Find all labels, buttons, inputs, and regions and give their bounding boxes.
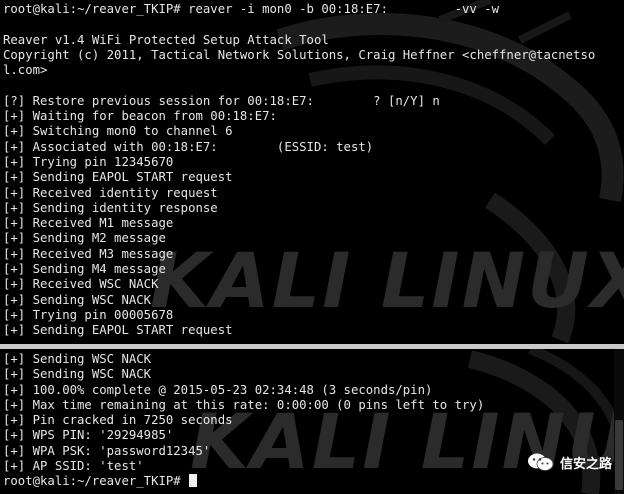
terminal-line: [+] Received identity request: [3, 185, 218, 200]
terminal-line: [+] Sending M4 message: [3, 262, 166, 277]
wechat-icon: [527, 453, 554, 471]
terminal-line: [+] Received M3 message: [3, 246, 174, 261]
terminal-line: [+] Trying pin 12345670: [3, 154, 174, 169]
source-badge-label: 信安之路: [559, 456, 612, 472]
terminal-line: [+] Max time remaining at this rate: 0:0…: [3, 397, 485, 412]
command-prompt[interactable]: root@kali:~/reaver_TKIP#: [3, 474, 624, 489]
terminal-line: Reaver v1.4 WiFi Protected Setup Attack …: [3, 32, 329, 47]
terminal-line: [+] Sending EAPOL START request: [3, 170, 233, 185]
terminal-line: [+] Sending identity response: [3, 200, 218, 215]
source-badge: 信安之路: [526, 452, 612, 472]
prompt-text: root@kali:~/reaver_TKIP#: [3, 474, 189, 489]
scrollbar-thumb[interactable]: [615, 420, 623, 490]
text-cursor: [189, 474, 198, 488]
terminal-line: [+] Pin cracked in 7250 seconds: [3, 413, 233, 428]
terminal-line: [+] Sending WSC NACK: [3, 352, 152, 366]
terminal-line: [+] Sending WSC NACK: [3, 367, 152, 382]
top-terminal-pane[interactable]: KALI LINUX root@kali:~/reaver_TKIP# reav…: [0, 0, 624, 344]
terminal-line: root@kali:~/reaver_TKIP# reaver -i mon0 …: [3, 2, 500, 16]
terminal-line: [+] Sending WSC NACK: [3, 292, 152, 307]
terminal-line: Copyright (c) 2011, Tactical Network Sol…: [3, 47, 596, 62]
terminal-line: [+] Sending M2 message: [3, 231, 166, 246]
terminal-line: l.com>: [3, 63, 48, 78]
bottom-terminal-pane[interactable]: KALI LINUX [+] Sending WSC NACK[+] Sendi…: [0, 349, 624, 494]
terminal-line: [+] Switching mon0 to channel 6: [3, 124, 233, 139]
terminal-line: [+] Trying pin 00005678: [3, 307, 174, 322]
terminal-line: [+] 100.00% complete @ 2015-05-23 02:34:…: [3, 382, 433, 397]
terminal-scrollbar[interactable]: [614, 349, 624, 494]
terminal-line: [+] Received M1 message: [3, 216, 174, 231]
terminal-line: [?] Restore previous session for 00:18:E…: [3, 93, 440, 108]
terminal-line: [+] Sending EAPOL START request: [3, 323, 233, 338]
terminal-line: [+] Associated with 00:18:E7: (ESSID: te…: [3, 139, 374, 154]
top-terminal-output: root@kali:~/reaver_TKIP# reaver -i mon0 …: [3, 2, 624, 339]
terminal-line: [+] WPS PIN: '29294985': [3, 428, 174, 443]
terminal-line: [+] Received WSC NACK: [3, 277, 159, 292]
terminal-line: [+] Waiting for beacon from 00:18:E7:: [3, 109, 277, 124]
